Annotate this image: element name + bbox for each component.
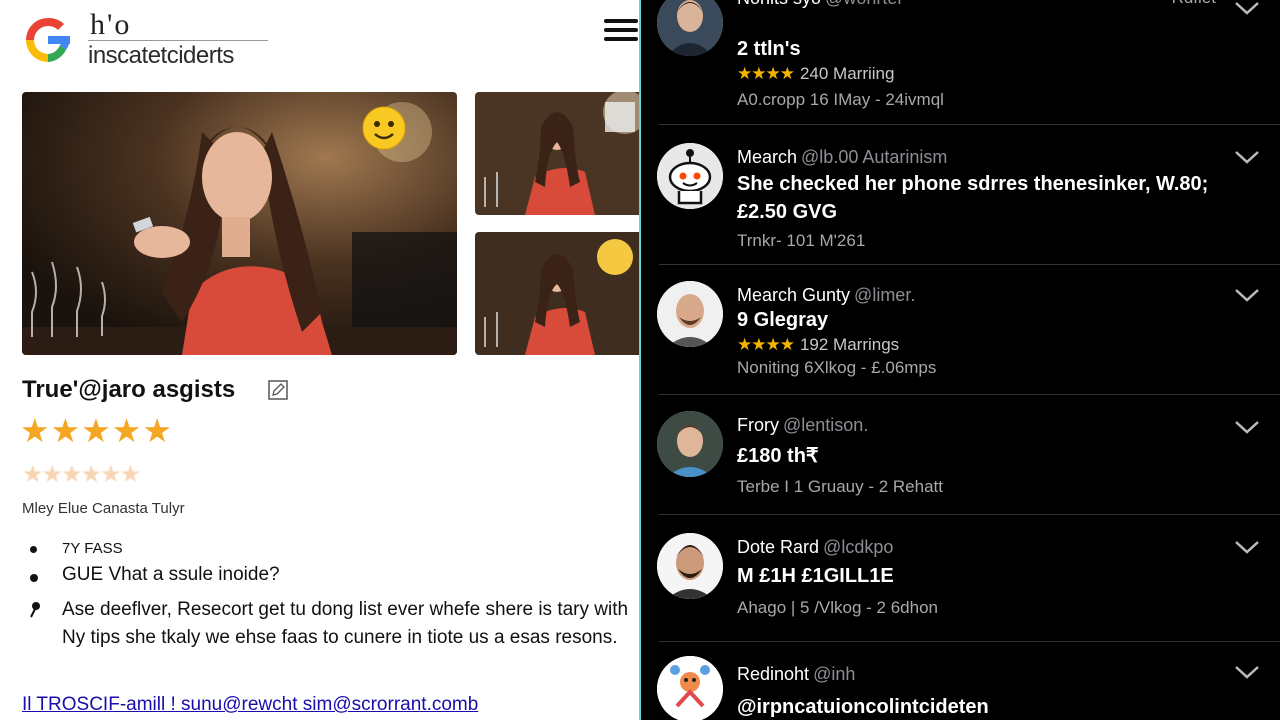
post-price: £2.50 GVG xyxy=(737,201,838,223)
author-handle: @lb.00 Autarinism xyxy=(801,147,948,167)
author-name: Mearch Gunty @limer. xyxy=(737,285,915,306)
brand-mark: h'o xyxy=(90,8,132,41)
author-handle: @inh xyxy=(813,664,856,684)
post-headline: 9 Glegray xyxy=(737,309,829,331)
post-meta: Noniting 6Xlkog - £.06mps xyxy=(737,358,937,377)
bullet-icon xyxy=(30,546,37,553)
author-display-name: Nonits syo xyxy=(737,0,821,8)
man-portrait-avatar[interactable] xyxy=(657,0,723,56)
chevron-down-icon[interactable] xyxy=(1234,419,1260,435)
hamburger-icon[interactable] xyxy=(604,14,638,50)
rating-stars: ★★★★★ xyxy=(20,412,173,449)
author-display-name: Mearch xyxy=(737,147,798,167)
author-name: Frory @lentison. xyxy=(737,415,868,436)
chevron-down-icon[interactable] xyxy=(1234,287,1260,303)
feed-item[interactable]: Mearch Gunty @limer. 9 Glegray ★★★★ 192 Ma… xyxy=(641,265,1280,395)
filter-dropdown-label[interactable]: Rdfiet xyxy=(1172,0,1216,8)
man-beard-avatar[interactable] xyxy=(657,533,723,599)
list-item: GUE Vhat a ssule inoide? xyxy=(30,564,630,596)
author-handle: @wonrter xyxy=(825,0,903,8)
author-handle: @lentison. xyxy=(783,415,869,435)
chevron-down-icon[interactable] xyxy=(1234,149,1260,165)
chevron-down-icon[interactable] xyxy=(1234,664,1260,680)
subline-text: 192 Marrings xyxy=(799,335,900,354)
listing-pane: h'o inscatetciderts True'@jaro asgists ★… xyxy=(0,0,640,720)
author-name: Mearch @lb.00 Autarinism xyxy=(737,147,947,168)
list-item: 7Y FASS xyxy=(30,540,630,564)
post-subline: ★★★★ 240 Marriing xyxy=(737,64,894,84)
feed-pane: Nonits syo@wonrter Rdfiet 2 ttln's ★★★★2… xyxy=(641,0,1280,720)
young-man-avatar[interactable] xyxy=(657,411,723,477)
brand-divider xyxy=(88,40,268,41)
side-photo-2[interactable] xyxy=(475,232,640,355)
chevron-down-icon[interactable] xyxy=(1234,539,1260,555)
rating-stars: ★★★★ xyxy=(737,335,795,354)
author-display-name: Redinoht xyxy=(737,664,810,684)
pin-icon xyxy=(30,602,40,618)
bearded-man-avatar[interactable] xyxy=(657,281,723,347)
author-handle: @lcdkpo xyxy=(823,537,894,557)
author-handle: @limer. xyxy=(854,285,916,305)
author-display-name: Mearch Gunty xyxy=(737,285,851,305)
feature-list: 7Y FASS GUE Vhat a ssule inoide? Ase dee… xyxy=(30,540,630,652)
smiley-emoji-icon xyxy=(362,106,406,150)
reddit-alien-avatar[interactable] xyxy=(657,143,723,209)
rating-stars: ★★★★ xyxy=(737,64,795,83)
faded-rating-stars: ★★★★★★ xyxy=(22,461,141,488)
author-name: Redinoht @inh xyxy=(737,664,855,685)
list-item-text: Ase deeflver, Resecort get tu dong list … xyxy=(62,599,629,648)
brand-name: inscatetciderts xyxy=(88,42,234,69)
side-photo-1[interactable] xyxy=(475,92,640,215)
list-item: Ase deeflver, Resecort get tu dong list … xyxy=(30,596,630,652)
feed-item[interactable]: Dote Rard @lcdkpo M £1H £1GILL1E Ahago | … xyxy=(641,515,1280,642)
post-headline: M £1H £1GILL1E xyxy=(737,565,894,587)
feed-item[interactable]: Frory @lentison. £180 th₹ Terbe I 1 Gruau… xyxy=(641,395,1280,515)
post-subline: ★★★★ 192 Marrings xyxy=(737,335,899,355)
author-display-name: Frory xyxy=(737,415,779,435)
post-meta: Terbe I 1 Gruauy - 2 Rehatt xyxy=(737,477,943,496)
post-headline: She checked her phone sdrres thenesinker… xyxy=(737,173,1209,195)
listing-title: True'@jaro asgists xyxy=(22,376,236,403)
post-meta: A0.cropp 16 IMay - 24ivmql xyxy=(737,90,944,109)
chevron-down-icon[interactable] xyxy=(1234,0,1260,16)
post-headline: £180 th₹ xyxy=(737,445,819,467)
feed-item[interactable]: Mearch @lb.00 Autarinism She checked her … xyxy=(641,125,1280,265)
list-item-text: GUE Vhat a ssule inoide? xyxy=(62,564,280,585)
list-item-text: 7Y FASS xyxy=(62,540,123,557)
post-meta: Ahago | 5 /Vlkog - 2 6dhon xyxy=(737,598,939,617)
post-headline: 2 ttln's xyxy=(737,38,801,60)
post-headline: @irpncatuioncolintcideten xyxy=(737,696,989,718)
feed-item[interactable]: Nonits syo @wonrter Rdfiet 2 ttln's ★★★★2… xyxy=(641,0,1280,125)
post-meta: Trnkr- 101 M'261 xyxy=(737,231,866,250)
feed-item[interactable]: Redinoht @inh @irpncatuioncolintcideten xyxy=(641,642,1280,720)
google-logo-icon[interactable] xyxy=(20,12,76,68)
subline-text: 240 Marriing xyxy=(799,64,895,83)
author-name: Nonits syo @wonrter xyxy=(737,0,903,9)
location-text: Mley Elue Canasta Tulyr xyxy=(22,500,185,517)
edit-icon[interactable] xyxy=(268,380,288,400)
contact-link[interactable]: Il TROSCIF-amill ! sunu@rewcht sim@scror… xyxy=(22,694,478,716)
cartoon-avatar[interactable] xyxy=(657,656,723,720)
author-display-name: Dote Rard xyxy=(737,537,820,557)
author-name: Dote Rard @lcdkpo xyxy=(737,537,893,558)
bullet-icon xyxy=(30,574,38,582)
